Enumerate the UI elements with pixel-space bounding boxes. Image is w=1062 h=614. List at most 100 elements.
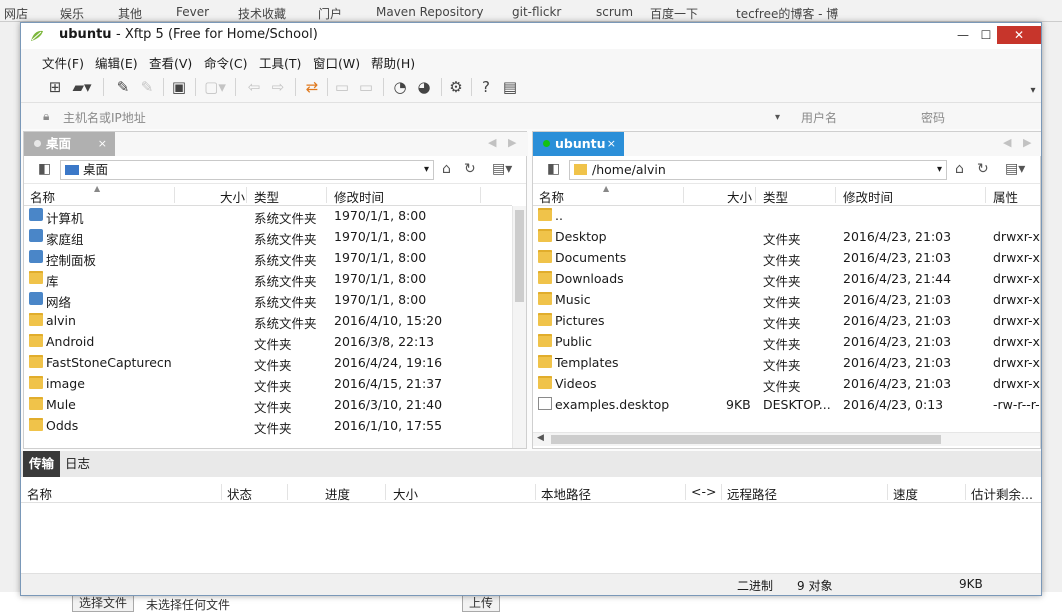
menu-view[interactable]: 查看(V): [149, 53, 192, 72]
column-speed[interactable]: 速度: [893, 484, 918, 503]
sync-icon[interactable]: ⇄: [303, 77, 321, 97]
refresh-icon[interactable]: ↻: [977, 161, 989, 177]
file-row[interactable]: 计算机 系统文件夹 1970/1/1, 8:00: [24, 206, 512, 227]
tab-remote-ubuntu[interactable]: ubuntu ×: [533, 132, 624, 156]
tab-local-desktop[interactable]: 桌面 ×: [24, 132, 115, 156]
column-name[interactable]: 名称: [27, 484, 52, 503]
column-name[interactable]: 名称: [30, 187, 55, 206]
view-mode-icon[interactable]: ▤▾: [1005, 161, 1025, 177]
file-row[interactable]: 库 系统文件夹 1970/1/1, 8:00: [24, 269, 512, 290]
local-vertical-scrollbar[interactable]: [512, 206, 526, 448]
file-row[interactable]: Android 文件夹 2016/3/8, 22:13: [24, 332, 512, 353]
comment-icon[interactable]: ▤: [501, 77, 519, 97]
column-progress[interactable]: 进度: [325, 484, 350, 503]
column-remote-path[interactable]: 远程路径: [727, 484, 777, 503]
new-session-icon[interactable]: ⊞: [45, 77, 65, 97]
file-row[interactable]: image 文件夹 2016/4/15, 21:37: [24, 374, 512, 395]
column-size[interactable]: 大小: [393, 484, 418, 503]
chevron-down-icon[interactable]: ▾: [937, 161, 942, 179]
bookmark-item[interactable]: tecfree的博客 - 博: [736, 5, 838, 21]
menu-tools[interactable]: 工具(T): [259, 53, 301, 72]
column-direction[interactable]: <->: [691, 484, 716, 499]
column-eta[interactable]: 估计剩余...: [971, 484, 1033, 503]
password-input[interactable]: 密码: [921, 109, 945, 126]
scrollbar-thumb[interactable]: [515, 210, 524, 302]
bookmark-item[interactable]: 百度一下: [650, 5, 698, 21]
column-size[interactable]: 大小: [220, 187, 245, 206]
panel-toggle-icon[interactable]: ◧: [547, 161, 560, 177]
file-row[interactable]: Music 文件夹 2016/4/23, 21:03 drwxr-xr: [533, 290, 1041, 311]
column-modified[interactable]: 修改时间: [843, 187, 893, 206]
file-row[interactable]: Videos 文件夹 2016/4/23, 21:03 drwxr-xr: [533, 374, 1041, 395]
properties-icon[interactable]: ▣: [169, 77, 189, 97]
column-attributes[interactable]: 属性: [993, 187, 1018, 206]
file-row[interactable]: Documents 文件夹 2016/4/23, 21:03 drwxr-xr: [533, 248, 1041, 269]
home-icon[interactable]: ⌂: [955, 161, 964, 177]
bookmark-item[interactable]: 技术收藏: [238, 5, 286, 21]
bookmark-item[interactable]: 娱乐: [60, 5, 84, 21]
chevron-down-icon[interactable]: ▾: [424, 161, 429, 179]
file-row[interactable]: examples.desktop 9KB DESKTOP... 2016/4/23, …: [533, 395, 1040, 416]
cell-name: Mule: [46, 397, 76, 412]
column-name[interactable]: 名称: [539, 187, 564, 206]
bookmark-item[interactable]: git-flickr: [512, 5, 561, 19]
close-button[interactable]: ✕: [997, 26, 1041, 44]
file-row[interactable]: Downloads 文件夹 2016/4/23, 21:44 drwxr-xr: [533, 269, 1041, 290]
remote-horizontal-scrollbar[interactable]: ◀: [533, 432, 1040, 446]
host-dropdown-icon[interactable]: ▾: [775, 112, 780, 123]
file-row[interactable]: ..: [533, 206, 1040, 227]
scrollbar-thumb[interactable]: [551, 435, 941, 444]
scroll-left-icon[interactable]: ◀: [537, 433, 544, 443]
menu-help[interactable]: 帮助(H): [371, 53, 415, 72]
column-type[interactable]: 类型: [254, 187, 279, 206]
column-local-path[interactable]: 本地路径: [541, 484, 591, 503]
transfer-mode[interactable]: 二进制: [737, 577, 773, 594]
close-icon[interactable]: ×: [98, 132, 107, 156]
bookmark-item[interactable]: Maven Repository: [376, 5, 483, 19]
column-modified[interactable]: 修改时间: [334, 187, 384, 206]
remote-path-input[interactable]: /home/alvin ▾: [569, 160, 947, 180]
help-icon[interactable]: ?: [477, 77, 495, 97]
file-row[interactable]: FastStoneCapturecn 文件夹 2016/4/24, 19:16: [24, 353, 512, 374]
host-input[interactable]: 主机名或IP地址: [63, 109, 146, 126]
bookmark-item[interactable]: Fever: [176, 5, 209, 19]
bookmark-item[interactable]: 门户: [318, 5, 342, 21]
column-status[interactable]: 状态: [227, 484, 252, 503]
choose-file-button[interactable]: 选择文件: [72, 594, 135, 612]
bookmark-item[interactable]: 其他: [118, 5, 142, 21]
file-row[interactable]: 家庭组 系统文件夹 1970/1/1, 8:00: [24, 227, 512, 248]
upload-button[interactable]: 上传: [462, 594, 501, 612]
column-type[interactable]: 类型: [763, 187, 788, 206]
home-icon[interactable]: ⌂: [442, 161, 451, 177]
refresh-icon[interactable]: ↻: [464, 161, 476, 177]
connect-icon[interactable]: ✎: [113, 77, 133, 97]
bookmark-item[interactable]: 网店: [4, 5, 28, 21]
file-row[interactable]: Pictures 文件夹 2016/4/23, 21:03 drwxr-xr: [533, 311, 1041, 332]
panel-toggle-icon[interactable]: ◧: [38, 161, 51, 177]
tab-log[interactable]: 日志: [59, 451, 96, 477]
file-row[interactable]: alvin 系统文件夹 2016/4/10, 15:20: [24, 311, 512, 332]
toolbar-overflow-icon[interactable]: ▾: [1027, 81, 1039, 101]
file-row[interactable]: Desktop 文件夹 2016/4/23, 21:03 drwxr-xr: [533, 227, 1041, 248]
xshell-icon[interactable]: ◔: [391, 77, 409, 97]
menu-file[interactable]: 文件(F): [42, 53, 84, 72]
close-icon[interactable]: ×: [607, 132, 616, 156]
open-folder-icon[interactable]: ▰▾: [69, 77, 95, 97]
menu-command[interactable]: 命令(C): [204, 53, 247, 72]
column-size[interactable]: 大小: [727, 187, 752, 206]
username-input[interactable]: 用户名: [801, 109, 837, 126]
gear-icon[interactable]: ⚙: [447, 77, 465, 97]
bookmark-item[interactable]: scrum: [596, 5, 633, 19]
tab-transfers[interactable]: 传输: [23, 451, 61, 477]
file-row[interactable]: 控制面板 系统文件夹 1970/1/1, 8:00: [24, 248, 512, 269]
file-row[interactable]: Templates 文件夹 2016/4/23, 21:03 drwxr-xr: [533, 353, 1041, 374]
menu-window[interactable]: 窗口(W): [313, 53, 360, 72]
menu-edit[interactable]: 编辑(E): [95, 53, 138, 72]
view-mode-icon[interactable]: ▤▾: [492, 161, 512, 177]
file-row[interactable]: Mule 文件夹 2016/3/10, 21:40: [24, 395, 512, 416]
local-path-input[interactable]: 桌面 ▾: [60, 160, 434, 180]
file-row[interactable]: Public 文件夹 2016/4/23, 21:03 drwxr-xr: [533, 332, 1041, 353]
xftp-icon[interactable]: ◕: [415, 77, 433, 97]
file-row[interactable]: Odds 文件夹 2016/1/10, 17:55: [24, 416, 512, 437]
file-row[interactable]: 网络 系统文件夹 1970/1/1, 8:00: [24, 290, 512, 311]
